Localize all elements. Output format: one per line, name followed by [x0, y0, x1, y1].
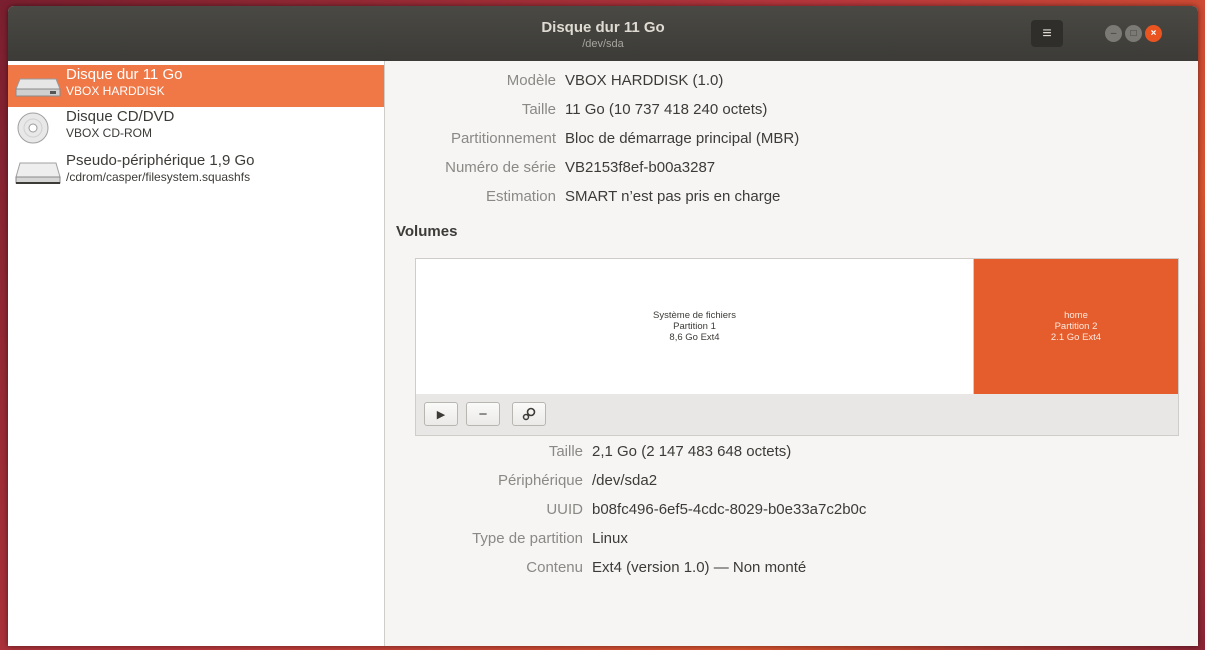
prop-value: SMART n’est pas pris en charge	[565, 188, 781, 205]
disks-window: Disque dur 11 Go /dev/sda ≡ – □ × Disque…	[8, 6, 1198, 646]
prop-label: Modèle	[506, 72, 556, 89]
partition-size: 8,6 Go Ext4	[669, 332, 720, 343]
prop-label: Type de partition	[472, 530, 583, 547]
prop-label: Contenu	[526, 559, 583, 576]
drive-item-harddisk[interactable]: Disque dur 11 Go VBOX HARDDISK	[8, 65, 384, 107]
prop-value: VB2153f8ef-b00a3287	[565, 159, 716, 176]
drive-details: Modèle VBOX HARDDISK (1.0) Taille 11 Go …	[385, 61, 1198, 646]
partition-number: Partition 2	[1054, 321, 1098, 332]
play-icon: ▶	[436, 408, 446, 421]
prop-label: Taille	[521, 101, 556, 118]
vol-prop-row-device: Périphérique /dev/sda2	[385, 470, 1185, 492]
drive-subtitle: VBOX HARDDISK	[66, 84, 165, 98]
prop-value: 2,1 Go (2 147 483 648 octets)	[592, 443, 792, 460]
partition-1[interactable]: Système de fichiers Partition 1 8,6 Go E…	[416, 259, 974, 394]
prop-label: Périphérique	[497, 472, 583, 489]
volumes-heading: Volumes	[396, 223, 458, 240]
prop-value: b08fc496-6ef5-4cdc-8029-b0e33a7c2b0c	[592, 501, 867, 518]
harddisk-icon	[15, 78, 61, 97]
prop-row-size: Taille 11 Go (10 737 418 240 octets)	[385, 99, 1185, 121]
maximize-icon[interactable]: □	[1125, 25, 1142, 42]
prop-label: Estimation	[485, 188, 556, 205]
partition-2[interactable]: home Partition 2 2.1 Go Ext4	[974, 259, 1178, 394]
drive-subtitle: VBOX CD-ROM	[66, 126, 153, 140]
prop-value: Bloc de démarrage principal (MBR)	[565, 130, 800, 147]
prop-row-model: Modèle VBOX HARDDISK (1.0)	[385, 70, 1185, 92]
drive-subtitle: /cdrom/casper/filesystem.squashfs	[66, 170, 251, 184]
prop-label: Taille	[548, 443, 583, 460]
vol-prop-row-contents: Contenu Ext4 (version 1.0) — Non monté	[385, 557, 1185, 579]
gears-icon	[522, 407, 536, 421]
volume-map: Système de fichiers Partition 1 8,6 Go E…	[415, 258, 1179, 436]
prop-label: Partitionnement	[450, 130, 556, 147]
close-icon[interactable]: ×	[1145, 25, 1162, 42]
partition-label: home	[1064, 310, 1088, 321]
prop-row-serial: Numéro de série VB2153f8ef-b00a3287	[385, 157, 1185, 179]
delete-partition-button[interactable]: −	[466, 402, 500, 426]
vol-prop-row-type: Type de partition Linux	[385, 528, 1185, 550]
prop-row-partitioning: Partitionnement Bloc de démarrage princi…	[385, 128, 1185, 150]
minimize-icon[interactable]: –	[1105, 25, 1122, 42]
loop-device-icon	[15, 162, 61, 184]
drive-item-loop[interactable]: Pseudo-périphérique 1,9 Go /cdrom/casper…	[8, 151, 384, 193]
hamburger-icon[interactable]: ≡	[1031, 20, 1063, 47]
prop-value: Ext4 (version 1.0) — Non monté	[592, 559, 807, 576]
vol-prop-row-uuid: UUID b08fc496-6ef5-4cdc-8029-b0e33a7c2b0…	[385, 499, 1185, 521]
prop-value: /dev/sda2	[592, 472, 658, 489]
prop-label: UUID	[546, 501, 583, 518]
minus-icon: −	[478, 405, 488, 423]
partition-size: 2.1 Go Ext4	[1050, 332, 1102, 343]
mount-button[interactable]: ▶	[424, 402, 458, 426]
window-title: Disque dur 11 Go	[541, 19, 665, 36]
title-bar[interactable]: Disque dur 11 Go /dev/sda ≡ – □ ×	[8, 6, 1198, 61]
drive-name: Disque dur 11 Go	[66, 66, 183, 83]
optical-disc-icon	[17, 112, 49, 144]
drive-name: Disque CD/DVD	[66, 108, 175, 125]
prop-value: Linux	[592, 530, 628, 547]
additional-options-button[interactable]	[512, 402, 546, 426]
vol-prop-row-size: Taille 2,1 Go (2 147 483 648 octets)	[385, 441, 1185, 463]
drive-name: Pseudo-périphérique 1,9 Go	[66, 152, 255, 169]
prop-value: 11 Go (10 737 418 240 octets)	[565, 101, 768, 118]
title-block: Disque dur 11 Go /dev/sda	[8, 19, 1198, 51]
window-subtitle: /dev/sda	[582, 38, 624, 50]
drive-list: Disque dur 11 Go VBOX HARDDISK Disque CD…	[8, 61, 385, 646]
prop-label: Numéro de série	[445, 159, 556, 176]
partition-label: Système de fichiers	[653, 310, 736, 321]
drive-item-cdrom[interactable]: Disque CD/DVD VBOX CD-ROM	[8, 107, 384, 149]
prop-row-assessment: Estimation SMART n’est pas pris en charg…	[385, 186, 1185, 208]
prop-value: VBOX HARDDISK (1.0)	[565, 72, 724, 89]
partition-number: Partition 1	[673, 321, 716, 332]
